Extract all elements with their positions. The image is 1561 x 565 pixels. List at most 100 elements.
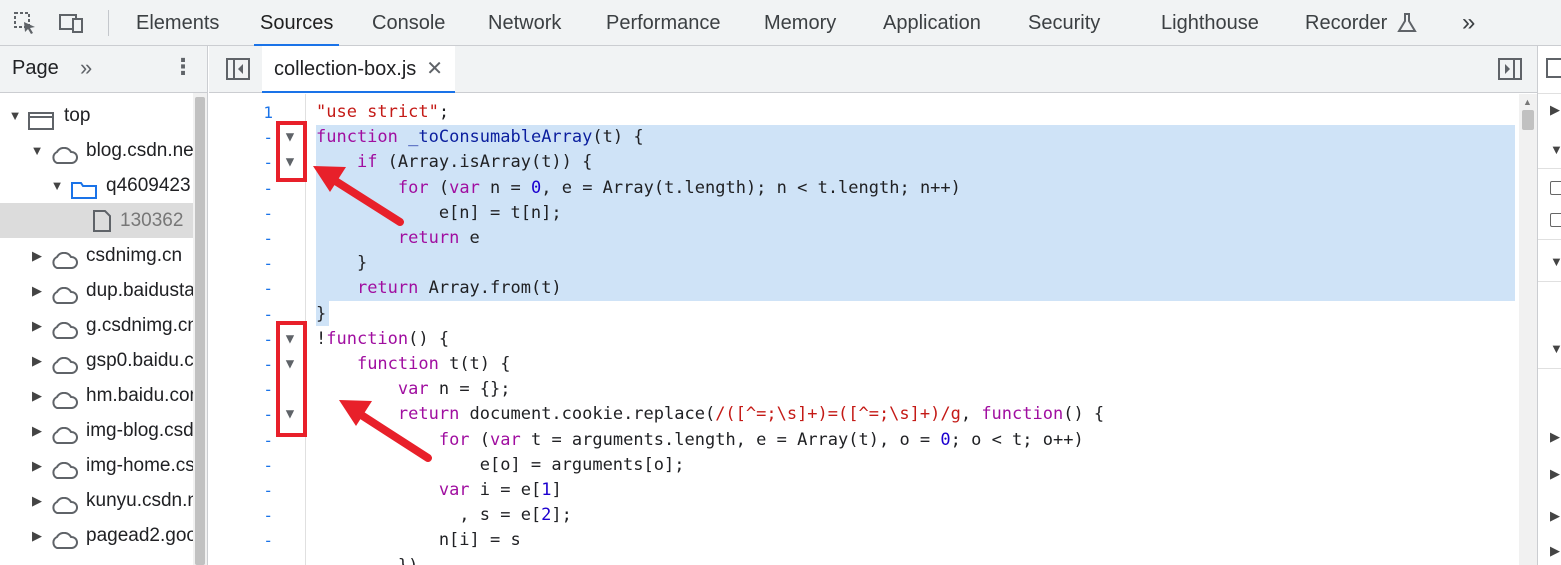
tab-console[interactable]: Console bbox=[372, 0, 445, 46]
cloud-icon bbox=[50, 492, 78, 518]
tree-item-label: img-home.csdnimg.cn bbox=[86, 455, 193, 476]
tab-elements[interactable]: Elements bbox=[136, 0, 219, 46]
tree-item-label: dup.baidustatic.com bbox=[86, 280, 193, 301]
line-number[interactable]: - bbox=[209, 302, 273, 327]
tree-item[interactable]: ▶ csdnimg.cn bbox=[0, 238, 193, 273]
tree-item[interactable]: 130362 bbox=[0, 203, 193, 238]
tree-item[interactable]: ▶ dup.baidustatic.com bbox=[0, 273, 193, 308]
collapse-arrow-icon[interactable]: ▼ bbox=[50, 168, 64, 203]
tree-item[interactable]: ▶ hm.baidu.com bbox=[0, 378, 193, 413]
toggle-debugger-icon[interactable] bbox=[1497, 56, 1523, 82]
navigator-header: Page » ⋮ bbox=[0, 46, 207, 93]
line-number[interactable]: - bbox=[209, 402, 273, 427]
editor-scrollbar[interactable]: ▲ bbox=[1519, 94, 1537, 565]
tab-security[interactable]: Security bbox=[1028, 0, 1100, 46]
code-line: for (var n = 0, e = Array(t.length); n <… bbox=[397, 178, 961, 198]
tab-page[interactable]: Page bbox=[12, 57, 59, 80]
file-tab[interactable]: collection-box.js ✕ bbox=[262, 46, 456, 93]
code-line: var n = {}; bbox=[397, 379, 511, 399]
tab-application[interactable]: Application bbox=[883, 0, 981, 46]
expand-arrow-icon[interactable]: ▶ bbox=[30, 378, 44, 413]
toggle-navigator-icon[interactable] bbox=[225, 56, 251, 82]
line-number[interactable]: - bbox=[209, 453, 273, 478]
close-icon[interactable]: ✕ bbox=[426, 46, 443, 92]
line-number[interactable]: - bbox=[209, 428, 273, 453]
expand-arrow-icon[interactable]: ▶ bbox=[1550, 508, 1560, 524]
code-line: if (Array.isArray(t)) { bbox=[356, 152, 593, 172]
panel-icon[interactable] bbox=[1546, 58, 1561, 78]
scroll-up-icon[interactable]: ▲ bbox=[1523, 97, 1532, 107]
tree-item[interactable]: ▶ g.csdnimg.cn bbox=[0, 308, 193, 343]
editor-scroll-thumb[interactable] bbox=[1522, 110, 1534, 130]
expand-arrow-icon[interactable]: ▶ bbox=[1550, 102, 1560, 118]
tree-item[interactable]: ▼ blog.csdn.net bbox=[0, 133, 193, 168]
collapse-arrow-icon[interactable]: ▼ bbox=[1550, 341, 1561, 356]
line-number[interactable]: - bbox=[209, 176, 273, 201]
navigator-scroll-thumb[interactable] bbox=[195, 97, 205, 565]
tree-item[interactable]: ▶ pagead2.googlesyndication.com bbox=[0, 518, 193, 553]
line-number[interactable]: - bbox=[209, 251, 273, 276]
tab-sources[interactable]: Sources bbox=[253, 0, 340, 46]
line-number[interactable]: - bbox=[209, 125, 273, 150]
code-line: } bbox=[316, 304, 327, 324]
file-icon bbox=[92, 209, 112, 238]
expand-arrow-icon[interactable]: ▶ bbox=[30, 483, 44, 518]
line-number[interactable]: - bbox=[209, 201, 273, 226]
more-tabs-icon[interactable]: » bbox=[1462, 0, 1475, 46]
tree-item[interactable]: ▶ img-blog.csdnimg.cn bbox=[0, 413, 193, 448]
line-number[interactable]: - bbox=[209, 554, 273, 565]
expand-arrow-icon[interactable]: ▶ bbox=[30, 273, 44, 308]
line-number[interactable]: - bbox=[209, 352, 273, 377]
code-line: var i = e[1] bbox=[438, 480, 562, 500]
tree-item[interactable]: ▶ gsp0.baidu.com bbox=[0, 343, 193, 378]
expand-arrow-icon[interactable]: ▶ bbox=[30, 343, 44, 378]
cloud-icon bbox=[50, 282, 78, 308]
tree-item-label: gsp0.baidu.com bbox=[86, 350, 193, 371]
expand-arrow-icon[interactable]: ▶ bbox=[1550, 466, 1560, 482]
code-editor[interactable]: 1-▼-▼-------▼-▼--▼------ "use strict";fu… bbox=[209, 94, 1519, 565]
tab-performance[interactable]: Performance bbox=[606, 0, 721, 46]
code-line: function _toConsumableArray(t) { bbox=[316, 127, 644, 147]
collapse-arrow-icon[interactable]: ▼ bbox=[1550, 142, 1561, 157]
tree-item[interactable]: ▼ q4609423 bbox=[0, 168, 193, 203]
line-number[interactable]: - bbox=[209, 226, 273, 251]
file-tab-label: collection-box.js bbox=[274, 58, 417, 80]
line-number[interactable]: - bbox=[209, 503, 273, 528]
line-number[interactable]: 1 bbox=[209, 100, 273, 125]
tree-item[interactable]: ▼ top bbox=[0, 98, 193, 133]
collapse-arrow-icon[interactable]: ▼ bbox=[8, 98, 22, 133]
navigator-scrollbar[interactable] bbox=[193, 93, 207, 565]
collapse-arrow-icon[interactable]: ▼ bbox=[1550, 254, 1561, 269]
expand-arrow-icon[interactable]: ▶ bbox=[30, 518, 44, 553]
tree-item[interactable]: ▶ img-home.csdnimg.cn bbox=[0, 448, 193, 483]
expand-arrow-icon[interactable]: ▶ bbox=[1550, 429, 1560, 445]
expand-arrow-icon[interactable]: ▶ bbox=[30, 308, 44, 343]
expand-arrow-icon[interactable]: ▶ bbox=[30, 238, 44, 273]
tab-recorder[interactable]: Recorder bbox=[1305, 0, 1387, 46]
expand-arrow-icon[interactable]: ▶ bbox=[30, 413, 44, 448]
navigator-menu-icon[interactable]: ⋮ bbox=[172, 54, 194, 80]
tree-item[interactable]: ▶ kunyu.csdn.net bbox=[0, 483, 193, 518]
divider bbox=[1538, 239, 1561, 240]
cloud-icon bbox=[50, 142, 78, 168]
checkbox[interactable] bbox=[1550, 181, 1561, 195]
navigator-more-icon[interactable]: » bbox=[80, 55, 92, 81]
tab-memory[interactable]: Memory bbox=[764, 0, 836, 46]
code-line: return document.cookie.replace(/([^=;\s]… bbox=[397, 404, 1105, 424]
tab-network[interactable]: Network bbox=[488, 0, 561, 46]
expand-arrow-icon[interactable]: ▶ bbox=[30, 448, 44, 483]
inspect-element-icon[interactable] bbox=[12, 10, 38, 36]
tab-lighthouse[interactable]: Lighthouse bbox=[1161, 0, 1259, 46]
debugger-sidebar: ▶ ▼ ▼ ▼ ▶ ▶ ▶ ▶ bbox=[1537, 46, 1561, 565]
expand-arrow-icon[interactable]: ▶ bbox=[1550, 543, 1560, 559]
line-number[interactable]: - bbox=[209, 377, 273, 402]
line-number[interactable]: - bbox=[209, 478, 273, 503]
line-number[interactable]: - bbox=[209, 150, 273, 175]
line-number[interactable]: - bbox=[209, 276, 273, 301]
cloud-icon bbox=[50, 422, 78, 448]
line-number[interactable]: - bbox=[209, 528, 273, 553]
checkbox[interactable] bbox=[1550, 213, 1561, 227]
device-toolbar-icon[interactable] bbox=[58, 10, 84, 36]
collapse-arrow-icon[interactable]: ▼ bbox=[30, 133, 44, 168]
line-number[interactable]: - bbox=[209, 327, 273, 352]
